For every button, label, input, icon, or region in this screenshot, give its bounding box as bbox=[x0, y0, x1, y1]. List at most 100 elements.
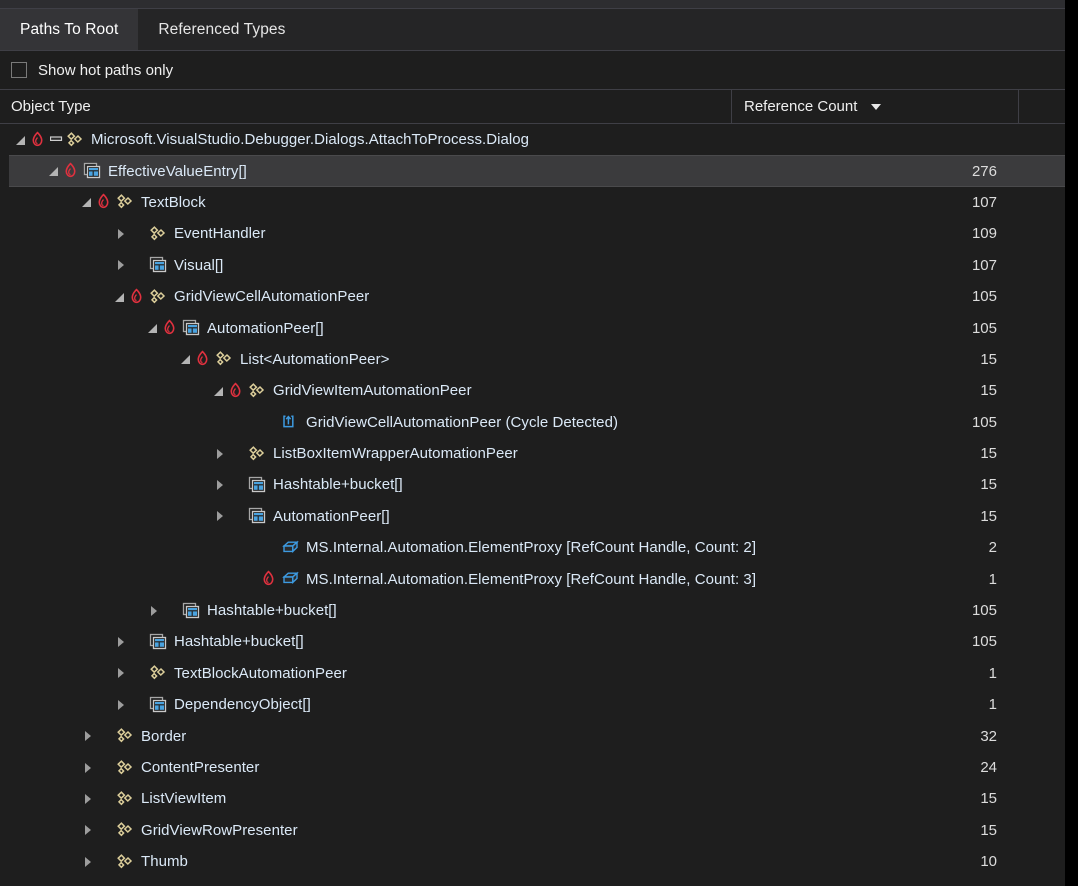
tree-row-object-type-cell[interactable]: ContentPresenter bbox=[0, 759, 731, 777]
expander-collapse-icon[interactable] bbox=[113, 289, 129, 305]
tab-label: Paths To Root bbox=[20, 21, 118, 39]
tree-row-object-type-cell[interactable]: MS.Internal.Automation.ElementProxy [Ref… bbox=[0, 539, 731, 557]
expander-expand-icon[interactable] bbox=[80, 791, 96, 807]
column-header-extra[interactable] bbox=[1019, 90, 1065, 123]
tree-row-object-type-cell[interactable]: ListBoxItemWrapperAutomationPeer bbox=[0, 445, 731, 463]
tree-row[interactable]: GridViewRowPresenter15 bbox=[0, 815, 1065, 846]
expander-expand-icon[interactable] bbox=[113, 226, 129, 242]
expander-expand-icon[interactable] bbox=[113, 634, 129, 650]
tree-row-reference-count: 105 bbox=[731, 320, 1019, 337]
tab-referenced-types[interactable]: Referenced Types bbox=[138, 9, 305, 50]
tree-row-object-type-cell[interactable]: MS.Internal.Automation.ElementProxy [Ref… bbox=[0, 570, 731, 588]
expander-expand-icon[interactable] bbox=[80, 822, 96, 838]
tree-row-object-type-cell[interactable]: GridViewRowPresenter bbox=[0, 821, 731, 839]
tree-row[interactable]: AutomationPeer[]105 bbox=[0, 312, 1065, 343]
tree-row[interactable]: AutomationPeer[]15 bbox=[0, 501, 1065, 532]
tree-row-object-type-cell[interactable]: GridViewCellAutomationPeer (Cycle Detect… bbox=[0, 413, 731, 431]
tree-row[interactable]: Border32 bbox=[0, 720, 1065, 751]
tree-row-label: Thumb bbox=[141, 853, 188, 870]
tree-row-object-type-cell[interactable]: GridViewItemAutomationPeer bbox=[0, 382, 731, 400]
expander-collapse-icon[interactable] bbox=[80, 194, 96, 210]
tree-row-reference-count: 15 bbox=[731, 351, 1019, 368]
tree-row[interactable]: ListViewItem15 bbox=[0, 783, 1065, 814]
tab-paths-to-root[interactable]: Paths To Root bbox=[0, 9, 138, 50]
tree-row[interactable]: Hashtable+bucket[]105 bbox=[0, 626, 1065, 657]
tree-row[interactable]: List<AutomationPeer>15 bbox=[0, 344, 1065, 375]
array-icon bbox=[248, 476, 268, 494]
tree-row-object-type-cell[interactable]: EventHandler bbox=[0, 225, 731, 243]
tree-row-object-type-cell[interactable]: EffectiveValueEntry[] bbox=[0, 162, 731, 180]
gc-root-marker-icon bbox=[50, 131, 64, 149]
tree-row-object-type-cell[interactable]: AutomationPeer[] bbox=[0, 507, 731, 525]
hot-path-placeholder bbox=[96, 790, 114, 808]
tree-row[interactable]: DependencyObject[]1 bbox=[0, 689, 1065, 720]
expander-expand-icon[interactable] bbox=[146, 603, 162, 619]
tree-row-object-type-cell[interactable]: GridViewCellAutomationPeer bbox=[0, 288, 731, 306]
expander-collapse-icon[interactable] bbox=[14, 132, 30, 148]
tree-row-object-type-cell[interactable]: AutomationPeer[] bbox=[0, 319, 731, 337]
tree-row[interactable]: ListBoxItemWrapperAutomationPeer15 bbox=[0, 438, 1065, 469]
expander-collapse-icon[interactable] bbox=[146, 320, 162, 336]
tree-row-object-type-cell[interactable]: DependencyObject[] bbox=[0, 696, 731, 714]
expander-expand-icon[interactable] bbox=[212, 508, 228, 524]
expander-expand-icon[interactable] bbox=[113, 257, 129, 273]
tree-row[interactable]: ContentPresenter24 bbox=[0, 752, 1065, 783]
expander-collapse-icon[interactable] bbox=[179, 351, 195, 367]
expander-collapse-icon[interactable] bbox=[212, 383, 228, 399]
tree-row-reference-count: 15 bbox=[731, 822, 1019, 839]
expander-expand-icon[interactable] bbox=[80, 854, 96, 870]
hot-path-placeholder bbox=[228, 445, 246, 463]
tree-row[interactable]: GridViewCellAutomationPeer105 bbox=[0, 281, 1065, 312]
expander-expand-icon[interactable] bbox=[212, 446, 228, 462]
tree-row-object-type-cell[interactable]: TextBlock bbox=[0, 193, 731, 211]
tree-row-object-type-cell[interactable]: TextBlockAutomationPeer bbox=[0, 664, 731, 682]
expander-expand-icon[interactable] bbox=[113, 697, 129, 713]
tree-row[interactable]: GridViewItemAutomationPeer15 bbox=[0, 375, 1065, 406]
tree-row-label: DependencyObject[] bbox=[174, 696, 311, 713]
column-header-reference-count[interactable]: Reference Count bbox=[731, 90, 1019, 123]
tree-row-label: MS.Internal.Automation.ElementProxy [Ref… bbox=[306, 571, 756, 588]
tree-row-object-type-cell[interactable]: ListViewItem bbox=[0, 790, 731, 808]
expander-collapse-icon[interactable] bbox=[47, 163, 63, 179]
tree-row[interactable]: MS.Internal.Automation.ElementProxy [Ref… bbox=[0, 532, 1065, 563]
tree-row[interactable]: TextBlock107 bbox=[0, 187, 1065, 218]
expander-expand-icon[interactable] bbox=[212, 477, 228, 493]
tree-row-reference-count: 109 bbox=[731, 225, 1019, 242]
tree-row[interactable]: TextBlockAutomationPeer1 bbox=[0, 658, 1065, 689]
expander-expand-icon[interactable] bbox=[80, 760, 96, 776]
tree-row-object-type-cell[interactable]: Hashtable+bucket[] bbox=[0, 633, 731, 651]
expander-expand-icon[interactable] bbox=[80, 728, 96, 744]
tree-row-object-type-cell[interactable]: Hashtable+bucket[] bbox=[0, 476, 731, 494]
tree-row[interactable]: Visual[]107 bbox=[0, 250, 1065, 281]
tree-row[interactable]: Thumb10 bbox=[0, 846, 1065, 877]
window-top-strip bbox=[0, 0, 1065, 9]
class-icon bbox=[215, 350, 235, 368]
object-tree[interactable]: Microsoft.VisualStudio.Debugger.Dialogs.… bbox=[0, 124, 1065, 877]
hot-path-flame-icon bbox=[63, 162, 81, 180]
show-hot-paths-checkbox[interactable] bbox=[11, 62, 27, 78]
tree-row-object-type-cell[interactable]: Thumb bbox=[0, 853, 731, 871]
column-header-object-type[interactable]: Object Type bbox=[0, 90, 731, 123]
tree-row-object-type-cell[interactable]: List<AutomationPeer> bbox=[0, 350, 731, 368]
array-icon bbox=[149, 633, 169, 651]
hot-path-placeholder bbox=[129, 225, 147, 243]
tree-row[interactable]: Hashtable+bucket[]15 bbox=[0, 469, 1065, 500]
tree-row-object-type-cell[interactable]: Visual[] bbox=[0, 256, 731, 274]
tree-row-object-type-cell[interactable]: Microsoft.VisualStudio.Debugger.Dialogs.… bbox=[0, 131, 731, 149]
tree-row[interactable]: EventHandler109 bbox=[0, 218, 1065, 249]
tree-row[interactable]: GridViewCellAutomationPeer (Cycle Detect… bbox=[0, 407, 1065, 438]
tree-row[interactable]: Hashtable+bucket[]105 bbox=[0, 595, 1065, 626]
tree-row[interactable]: Microsoft.VisualStudio.Debugger.Dialogs.… bbox=[0, 124, 1065, 155]
hot-path-placeholder bbox=[228, 476, 246, 494]
tree-row-object-type-cell[interactable]: Border bbox=[0, 727, 731, 745]
expander-expand-icon[interactable] bbox=[113, 665, 129, 681]
hot-path-flame-icon bbox=[162, 319, 180, 337]
hot-path-placeholder bbox=[129, 256, 147, 274]
tab-label: Referenced Types bbox=[158, 21, 285, 39]
tree-row-reference-count: 105 bbox=[731, 288, 1019, 305]
tree-row[interactable]: EffectiveValueEntry[]276 bbox=[0, 155, 1065, 186]
tree-row[interactable]: MS.Internal.Automation.ElementProxy [Ref… bbox=[0, 563, 1065, 594]
tree-row-reference-count: 15 bbox=[731, 476, 1019, 493]
show-hot-paths-label[interactable]: Show hot paths only bbox=[38, 62, 173, 79]
tree-row-object-type-cell[interactable]: Hashtable+bucket[] bbox=[0, 602, 731, 620]
